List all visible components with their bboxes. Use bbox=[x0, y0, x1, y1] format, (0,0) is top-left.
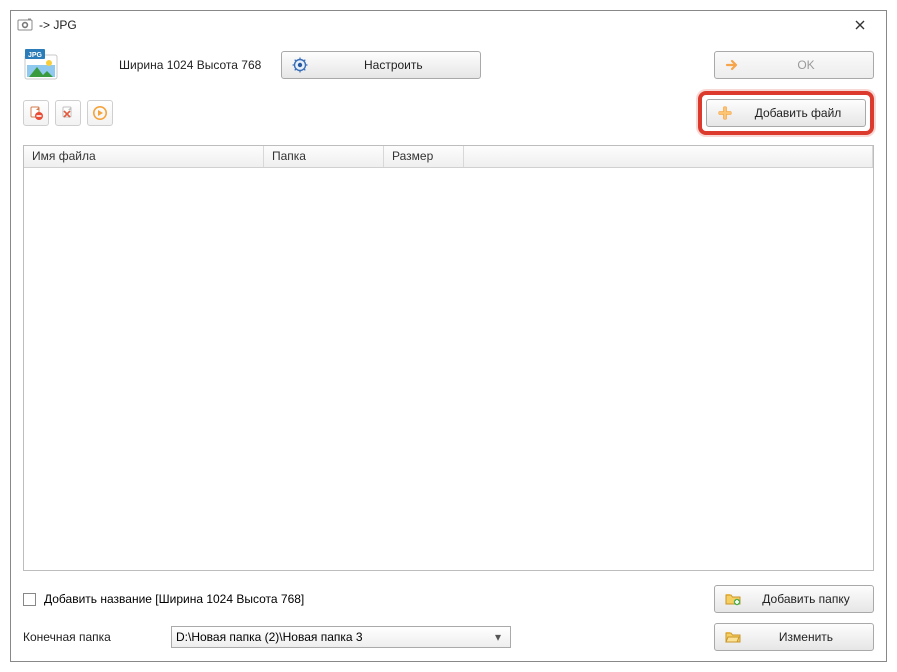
add-file-highlight: Добавить файл bbox=[698, 91, 874, 135]
app-icon bbox=[17, 17, 33, 33]
svg-text:JPG: JPG bbox=[28, 52, 43, 59]
add-title-checkbox[interactable] bbox=[23, 593, 36, 606]
add-file-button[interactable]: Добавить файл bbox=[706, 99, 866, 127]
change-button[interactable]: Изменить bbox=[714, 623, 874, 651]
plus-icon bbox=[717, 105, 733, 121]
ok-button: OK bbox=[714, 51, 874, 79]
column-header-name[interactable]: Имя файла bbox=[24, 146, 264, 167]
table-header: Имя файла Папка Размер bbox=[24, 146, 873, 168]
add-folder-button-label: Добавить папку bbox=[749, 592, 863, 606]
toolbar-row: Добавить файл bbox=[11, 87, 886, 143]
change-button-label: Изменить bbox=[749, 630, 863, 644]
add-title-row: Добавить название [Ширина 1024 Высота 76… bbox=[23, 585, 874, 613]
chevron-down-icon: ▾ bbox=[490, 630, 506, 644]
bottom-panel: Добавить название [Ширина 1024 Высота 76… bbox=[11, 579, 886, 661]
gear-icon bbox=[292, 57, 308, 73]
format-icon: JPG bbox=[23, 47, 59, 83]
arrow-right-icon bbox=[725, 57, 741, 73]
file-table: Имя файла Папка Размер bbox=[23, 145, 874, 571]
configure-button-label: Настроить bbox=[316, 58, 470, 72]
dimensions-label: Ширина 1024 Высота 768 bbox=[69, 58, 261, 72]
add-title-label: Добавить название [Ширина 1024 Высота 76… bbox=[44, 592, 304, 606]
window-title: -> JPG bbox=[39, 18, 840, 32]
clear-list-button[interactable] bbox=[55, 100, 81, 126]
titlebar: -> JPG bbox=[11, 11, 886, 39]
configure-button[interactable]: Настроить bbox=[281, 51, 481, 79]
close-button[interactable] bbox=[840, 13, 880, 37]
remove-file-button[interactable] bbox=[23, 100, 49, 126]
add-file-button-label: Добавить файл bbox=[741, 106, 855, 120]
dest-folder-combo[interactable]: D:\Новая папка (2)\Новая папка 3 ▾ bbox=[171, 626, 511, 648]
dest-folder-value: D:\Новая папка (2)\Новая папка 3 bbox=[176, 630, 490, 644]
preview-button[interactable] bbox=[87, 100, 113, 126]
dest-row: Конечная папка D:\Новая папка (2)\Новая … bbox=[23, 623, 874, 651]
add-folder-button[interactable]: Добавить папку bbox=[714, 585, 874, 613]
folder-plus-icon bbox=[725, 591, 741, 607]
dialog-window: -> JPG JPG Ширина 1024 Высота 768 Настро… bbox=[10, 10, 887, 662]
table-body[interactable] bbox=[24, 168, 873, 570]
dest-folder-label: Конечная папка bbox=[23, 630, 163, 644]
column-header-size[interactable]: Размер bbox=[384, 146, 464, 167]
folder-open-icon bbox=[725, 629, 741, 645]
ok-button-label: OK bbox=[749, 58, 863, 72]
top-row: JPG Ширина 1024 Высота 768 Настроить OK bbox=[11, 39, 886, 87]
column-header-folder[interactable]: Папка bbox=[264, 146, 384, 167]
column-header-rest bbox=[464, 146, 873, 167]
